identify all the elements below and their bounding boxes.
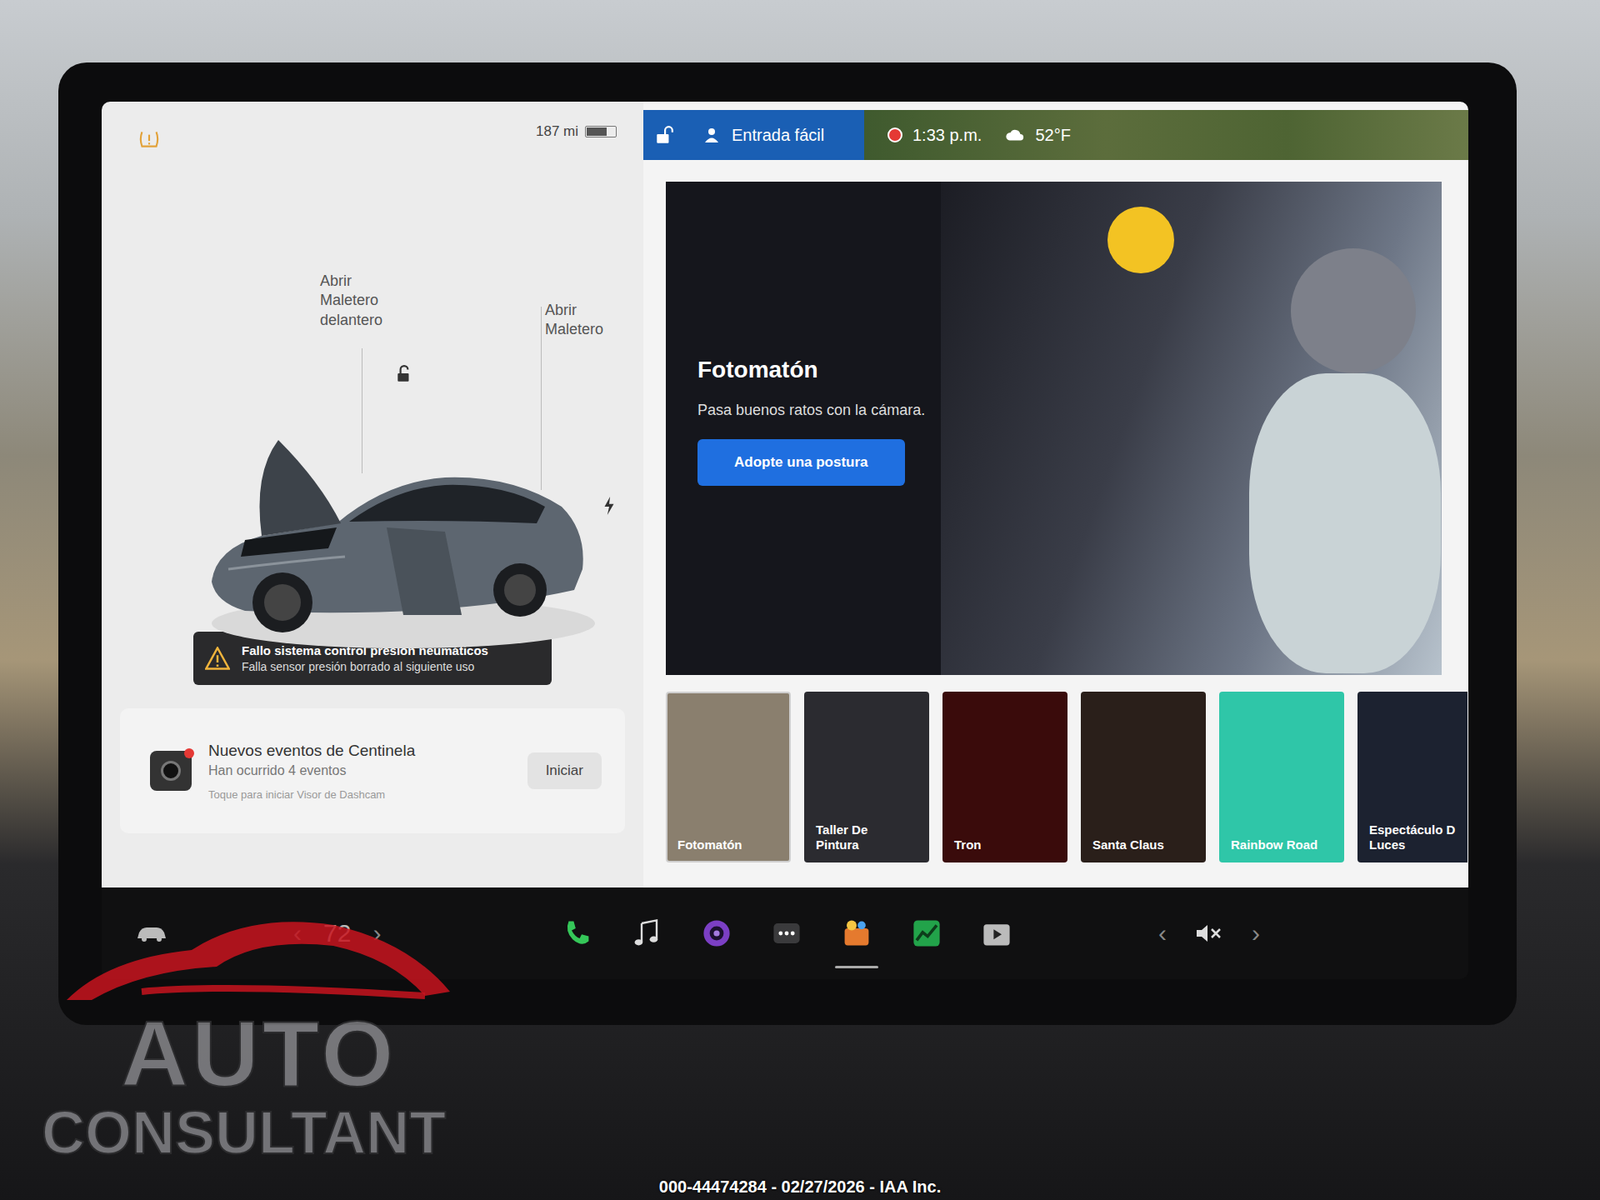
screen-bezel: 187 miAbrir Maletero delanteroAbrir Male… xyxy=(58,62,1517,1025)
chart-icon[interactable] xyxy=(911,918,942,949)
toybox-tile[interactable]: Taller DePintura xyxy=(804,691,930,863)
speaker-muted-icon[interactable] xyxy=(1195,922,1224,945)
toybox-icon[interactable] xyxy=(841,918,872,949)
dock-app[interactable] xyxy=(560,916,594,950)
toybox-tile[interactable]: Espectáculo DLuces xyxy=(1357,691,1468,863)
pose-button[interactable]: Adopte una postura xyxy=(697,439,905,486)
toybox-tile[interactable]: Fotomatón xyxy=(665,691,791,863)
toybox-tile[interactable]: Santa Claus xyxy=(1080,691,1206,863)
dock-app[interactable] xyxy=(770,916,804,950)
photo-scene: 187 miAbrir Maletero delanteroAbrir Male… xyxy=(0,0,1600,1200)
warning-icon xyxy=(205,646,230,670)
unlock-icon xyxy=(395,365,414,384)
watermark-car-icon xyxy=(58,908,459,1009)
person-icon xyxy=(703,126,720,144)
dock-app[interactable] xyxy=(980,916,1014,950)
dock-app[interactable] xyxy=(700,916,734,950)
battery-icon xyxy=(585,125,617,138)
trunk-button[interactable]: Abrir Maletero xyxy=(545,300,629,340)
music-icon[interactable] xyxy=(631,918,662,949)
toybox-tile[interactable]: Tron xyxy=(942,691,1068,863)
phone-icon[interactable] xyxy=(561,918,592,949)
featured-card: FotomatónPasa buenos ratos con la cámara… xyxy=(665,181,1442,675)
dock-app[interactable] xyxy=(910,916,944,950)
photo-caption: 000-44474284 - 02/27/2026 - IAA Inc. xyxy=(0,1177,1600,1197)
video-icon[interactable] xyxy=(981,918,1012,949)
camera-icon[interactable] xyxy=(701,918,732,949)
app-panel: Entrada fácil1:33 p.m.52°F FotomatónPasa … xyxy=(643,101,1469,888)
recording-icon xyxy=(887,127,903,143)
toybox-list: FotomatónTaller DePinturaTronSanta Claus… xyxy=(665,691,1469,867)
dashcam-icon xyxy=(150,750,192,791)
sentinel-card[interactable]: Nuevos eventos de CentinelaHan ocurrido … xyxy=(120,708,625,834)
dock-app[interactable] xyxy=(630,916,664,950)
car-diagram: Abrir Maletero delanteroAbrir Maletero xyxy=(120,148,625,632)
cloud-icon xyxy=(1005,128,1025,142)
photo-booth-image xyxy=(940,181,1442,675)
touchscreen: 187 miAbrir Maletero delanteroAbrir Male… xyxy=(101,101,1469,980)
charge-port-icon[interactable] xyxy=(603,496,615,515)
frunk-button[interactable]: Abrir Maletero delantero xyxy=(320,271,404,330)
climate-control[interactable]: ‹72› xyxy=(293,919,381,948)
status-bar: Entrada fácil1:33 p.m.52°F xyxy=(643,110,1469,160)
map-strip: 1:33 p.m.52°F xyxy=(864,110,1469,160)
tire-pressure-icon xyxy=(136,126,162,152)
volume-control[interactable]: ‹› xyxy=(1158,919,1260,948)
car-3d-icon xyxy=(195,423,595,657)
vehicle-panel: 187 miAbrir Maletero delanteroAbrir Male… xyxy=(101,101,644,888)
profile-button[interactable]: Entrada fácil xyxy=(643,110,865,160)
car-icon[interactable] xyxy=(135,923,169,944)
start-button[interactable]: Iniciar xyxy=(527,752,602,790)
toybox-tile[interactable]: Rainbow Road xyxy=(1219,691,1345,863)
dock-bar: ‹72› ‹› xyxy=(101,887,1469,980)
range-indicator: 187 mi xyxy=(535,123,617,140)
unlocked-icon[interactable] xyxy=(655,125,674,145)
dock-app[interactable] xyxy=(840,916,874,950)
more-icon[interactable] xyxy=(771,918,802,949)
